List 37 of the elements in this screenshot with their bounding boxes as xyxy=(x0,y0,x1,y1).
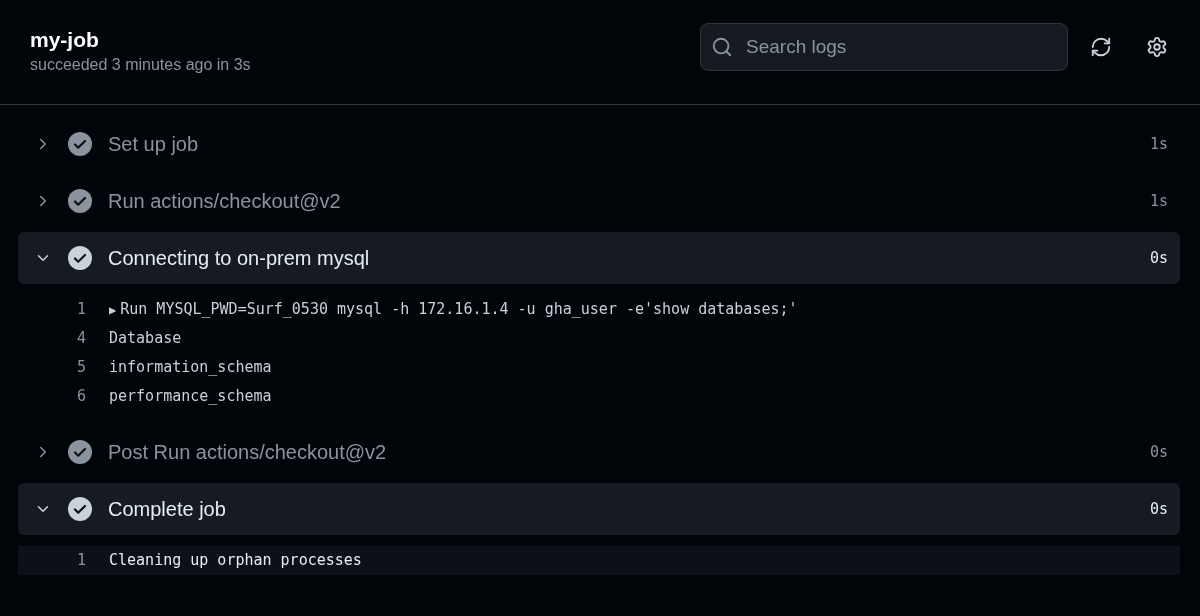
step-name: Set up job xyxy=(108,132,200,157)
step-duration: 0s xyxy=(1149,441,1168,463)
search-field[interactable]: Search logs xyxy=(700,23,1068,71)
step-name: Complete job xyxy=(108,497,227,522)
search-icon xyxy=(711,36,733,58)
line-number: 6 xyxy=(75,386,86,408)
check-circle-icon xyxy=(68,132,92,156)
line-number: 4 xyxy=(75,328,86,350)
step-name: Post Run actions/checkout@v2 xyxy=(108,440,388,465)
step-row[interactable]: Complete job 0s xyxy=(18,483,1180,535)
job-status: succeeded 3 minutes ago in 3s xyxy=(30,55,251,75)
step-row[interactable]: Connecting to on-prem mysql 0s xyxy=(18,232,1180,284)
step-row[interactable]: Post Run actions/checkout@v2 0s xyxy=(18,426,1180,478)
check-circle-icon xyxy=(68,440,92,464)
line-number: 5 xyxy=(75,357,86,379)
log-text: information_schema xyxy=(109,357,272,379)
log-text: Cleaning up orphan processes xyxy=(109,550,362,572)
step-duration: 1s xyxy=(1149,133,1168,155)
line-number: 1 xyxy=(75,550,86,572)
step-duration: 1s xyxy=(1149,190,1168,212)
settings-icon xyxy=(1146,36,1168,58)
step-name: Run actions/checkout@v2 xyxy=(108,189,342,214)
check-circle-icon xyxy=(68,189,92,213)
step-name: Connecting to on-prem mysql xyxy=(108,246,371,271)
step-duration: 0s xyxy=(1149,247,1168,269)
expand-marker[interactable]: ▶ xyxy=(109,300,117,319)
check-circle-icon xyxy=(68,497,92,521)
line-number: 1 xyxy=(75,299,86,321)
step-row[interactable]: Run actions/checkout@v2 1s xyxy=(18,175,1180,227)
log-text: performance_schema xyxy=(109,386,272,408)
job-title: my-job xyxy=(30,27,100,53)
refresh-icon xyxy=(1090,36,1112,58)
step-duration: 0s xyxy=(1149,498,1168,520)
check-circle-icon xyxy=(68,246,92,270)
log-text: Database xyxy=(109,328,182,350)
step-row[interactable]: Set up job 1s xyxy=(18,118,1180,170)
log-text: Run MYSQL_PWD=Surf_0530 mysql -h 172.16.1.4 -u gha_user -e'show databases;' xyxy=(120,299,798,321)
